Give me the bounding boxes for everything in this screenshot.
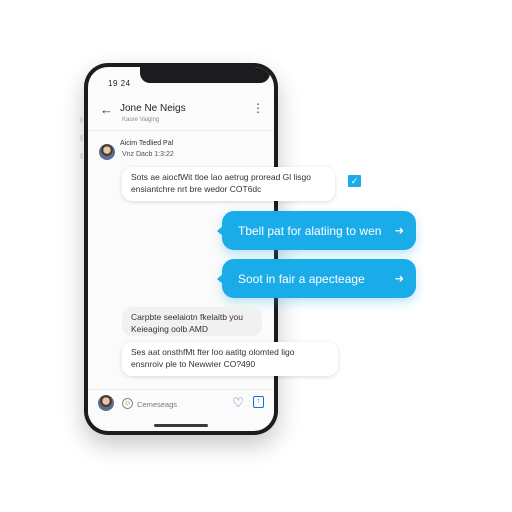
sender-avatar[interactable] <box>99 144 115 160</box>
avatar[interactable] <box>98 395 114 411</box>
message-text: Soot in fair a apecteage <box>238 271 365 286</box>
message-line: Sots ae aiocfWit tloe lao aetrug proread… <box>131 172 312 182</box>
chat-header: ← Jone Ne Neigs Kaore Vaiging ⋮ <box>88 97 274 131</box>
read-check-icon: ✓ <box>348 175 361 187</box>
contact-subtitle: Kaore Vaiging <box>122 117 160 123</box>
message-bubble-incoming[interactable]: Carpbte seelaiotn fkelaitb you Keieaging… <box>122 307 262 336</box>
more-vertical-icon[interactable]: ⋮ <box>252 101 264 115</box>
bubble-tail <box>217 273 223 284</box>
message-line: Keieaging oolb AMD <box>131 324 209 334</box>
message-bubble-outgoing[interactable]: Soot in fair a apecteage ➜ <box>217 259 416 298</box>
message-line: ensnroiv ple to Newwier CO?490 <box>131 359 256 369</box>
sender-meta: Vnz Dacb 1:3:22 <box>122 151 174 158</box>
bubble-tail <box>217 225 223 236</box>
scroll-indicator <box>80 117 83 159</box>
message-input[interactable] <box>137 397 227 411</box>
message-text: Tbell pat for alatiing to wen <box>238 223 382 238</box>
home-indicator <box>154 424 208 427</box>
forward-arrow-icon[interactable]: ➜ <box>395 224 404 237</box>
send-icon[interactable]: ↑ <box>253 396 264 408</box>
message-line: Ses aat onsthfMt fter loo aatitg olomted… <box>131 347 295 357</box>
forward-arrow-icon[interactable]: ➜ <box>395 272 404 285</box>
sender-name: Aicim Tedlied Pal <box>120 140 174 147</box>
notch <box>140 67 270 83</box>
message-bubble-incoming[interactable]: Ses aat onsthfMt fter loo aatitg olomted… <box>122 342 338 376</box>
message-line: ensiantchre nrt bre wedor COT6dc <box>131 184 262 194</box>
contact-name[interactable]: Jone Ne Neigs <box>120 103 186 114</box>
message-bubble-incoming[interactable]: Sots ae aiocfWit tloe lao aetrug proread… <box>122 167 335 201</box>
message-bubble-outgoing[interactable]: Tbell pat for alatiing to wen ➜ <box>217 211 416 250</box>
composer-bar: ☺ ♡ ↑ <box>88 389 274 419</box>
status-time: 19 24 <box>108 79 131 88</box>
arrow-left-icon[interactable]: ← <box>100 103 113 117</box>
message-line: Carpbte seelaiotn fkelaitb you <box>131 312 243 322</box>
emoji-icon[interactable]: ☺ <box>122 398 133 409</box>
heart-icon[interactable]: ♡ <box>232 395 244 411</box>
